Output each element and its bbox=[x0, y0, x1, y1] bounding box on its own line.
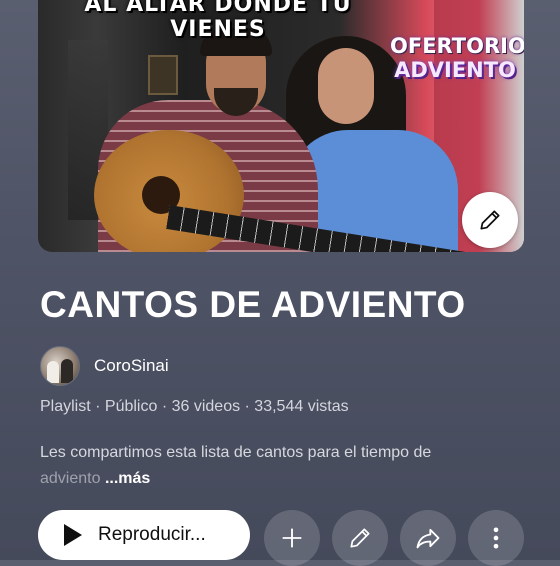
more-options-button[interactable] bbox=[468, 510, 524, 566]
description-text: Les compartimos esta lista de cantos par… bbox=[40, 444, 432, 461]
channel-name[interactable]: CoroSinai bbox=[94, 356, 169, 376]
thumbnail-badge: OFERTORIO ADVIENTO bbox=[390, 34, 524, 82]
pencil-icon bbox=[350, 528, 370, 548]
thumbnail-frame bbox=[148, 55, 178, 95]
play-all-label: Reproducir... bbox=[98, 524, 206, 545]
avatar[interactable] bbox=[40, 346, 80, 386]
more-vertical-icon bbox=[493, 527, 499, 549]
more-link[interactable]: ...más bbox=[105, 470, 150, 487]
playlist-thumbnail[interactable]: AL ALTAR DONDE TU VIENES OFERTORIO ADVIE… bbox=[38, 0, 524, 252]
woman-face bbox=[318, 48, 374, 124]
channel-link[interactable]: CoroSinai bbox=[40, 346, 169, 386]
thumbnail-caption: AL ALTAR DONDE TU VIENES bbox=[84, 0, 352, 42]
play-all-button[interactable]: Reproducir... bbox=[38, 510, 250, 560]
plus-icon bbox=[282, 528, 302, 548]
play-icon bbox=[64, 524, 82, 546]
edit-button[interactable] bbox=[332, 510, 388, 566]
action-bar: Reproducir... bbox=[38, 510, 560, 566]
edit-thumbnail-button[interactable] bbox=[462, 192, 518, 248]
share-button[interactable] bbox=[400, 510, 456, 566]
thumbnail-badge-line1: OFERTORIO bbox=[390, 34, 524, 58]
share-icon bbox=[416, 528, 440, 549]
playlist-title: CANTOS DE ADVIENTO bbox=[40, 284, 466, 325]
pencil-icon bbox=[480, 210, 500, 230]
description-faded-text: adviento bbox=[40, 470, 101, 487]
thumbnail-badge-line2: ADVIENTO bbox=[394, 58, 516, 82]
playlist-description[interactable]: Les compartimos esta lista de cantos par… bbox=[40, 440, 530, 492]
playlist-meta: Playlist · Público · 36 videos · 33,544 … bbox=[40, 398, 349, 415]
add-button[interactable] bbox=[264, 510, 320, 566]
